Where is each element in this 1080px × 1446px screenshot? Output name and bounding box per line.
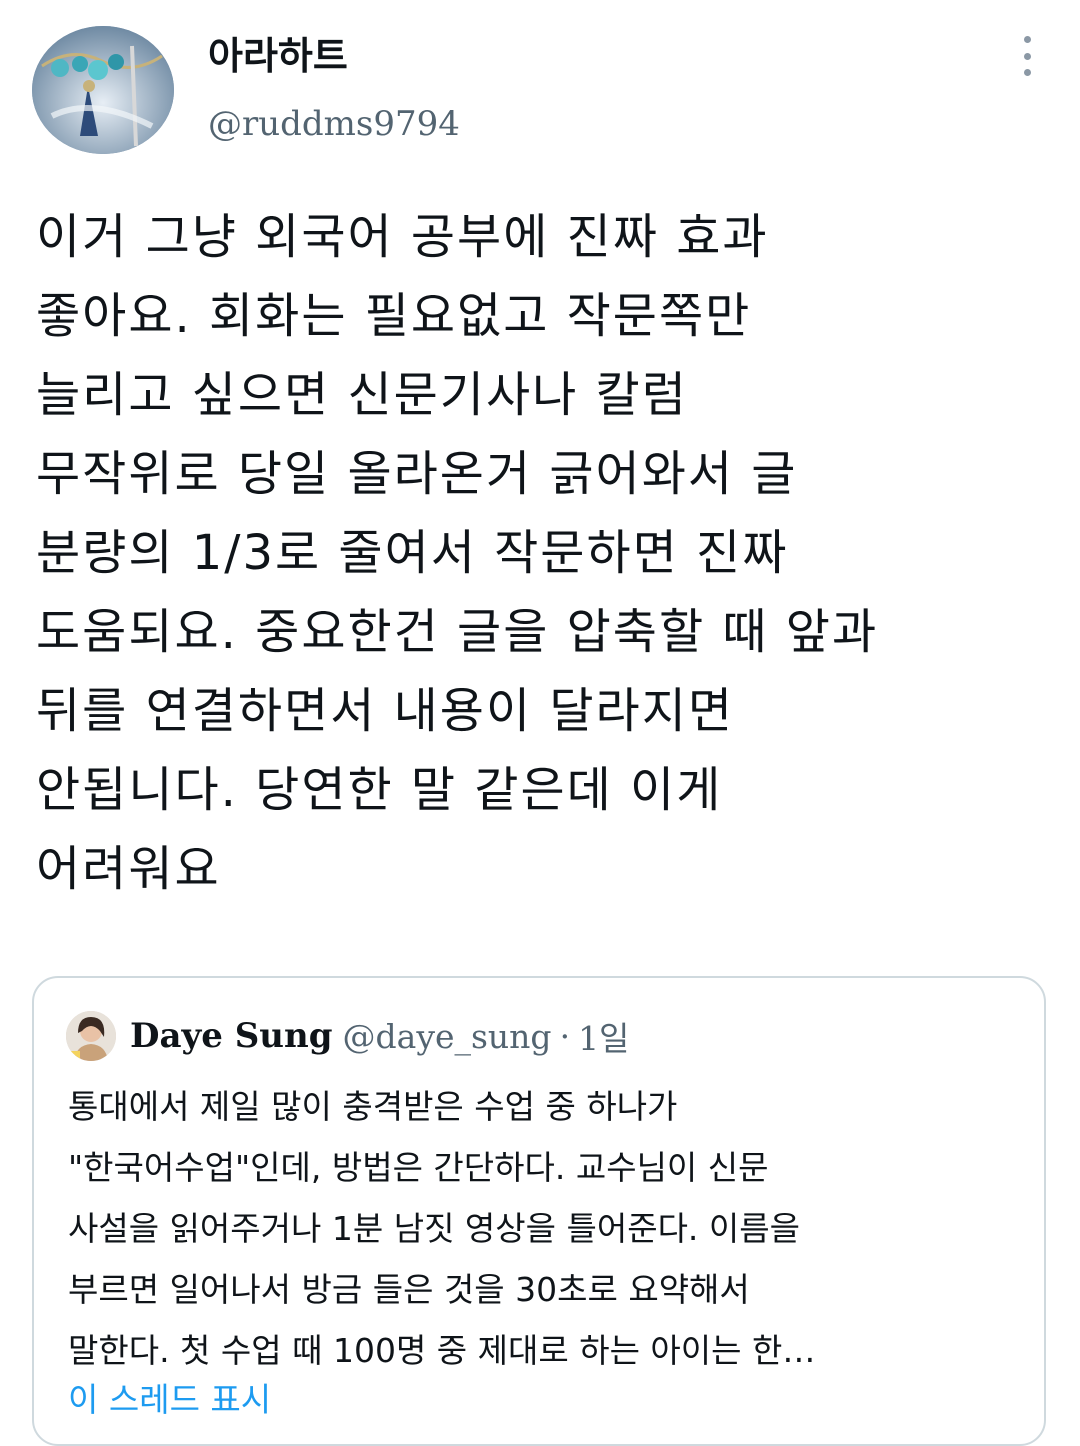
quoted-timestamp[interactable]: 1일 xyxy=(578,1012,629,1060)
more-dot xyxy=(1023,36,1031,43)
quoted-avatar-image xyxy=(66,1011,116,1061)
quoted-line: 사설을 읽어주거나 1분 남짓 영상을 틀어준다. 이름을 xyxy=(68,1209,800,1248)
more-vertical-icon[interactable] xyxy=(1012,36,1042,76)
quoted-tweet-text: 통대에서 제일 많이 충격받은 수업 중 하나가 "한국어수업"인데, 방법은 … xyxy=(68,1076,1028,1381)
tweet-line: 도움되요. 중요한건 글을 압축할 때 앞과 xyxy=(36,604,879,660)
quoted-line: 부르면 일어나서 방금 들은 것을 30초로 요약해서 xyxy=(68,1270,750,1309)
more-dot xyxy=(1023,52,1031,60)
quoted-tweet-header: Daye Sung @daye_sung · 1일 xyxy=(66,1006,629,1066)
tweet-line: 이거 그냥 외국어 공부에 진짜 효과 xyxy=(36,209,769,265)
quoted-handle[interactable]: @daye_sung xyxy=(343,1017,552,1056)
tweet-line: 좋아요. 회화는 필요없고 작문쪽만 xyxy=(36,288,752,344)
user-info: 아라하트 @ruddms9794 xyxy=(208,34,460,144)
quoted-line: 말한다. 첫 수업 때 100명 중 제대로 하는 아이는 한… xyxy=(68,1331,816,1370)
quoted-display-name[interactable]: Daye Sung xyxy=(130,1016,333,1056)
quoted-line: 통대에서 제일 많이 충격받은 수업 중 하나가 xyxy=(68,1087,678,1126)
tweet-line: 어려워요 xyxy=(36,841,221,897)
tweet-line: 안됩니다. 당연한 말 같은데 이게 xyxy=(36,762,723,818)
tweet-line: 뒤를 연결하면서 내용이 달라지면 xyxy=(36,683,735,739)
quoted-line: "한국어수업"인데, 방법은 간단하다. 교수님이 신문 xyxy=(68,1148,769,1187)
separator-dot: · xyxy=(559,1016,571,1056)
tweet-line: 늘리고 싶으면 신문기사나 칼럼 xyxy=(36,367,688,423)
user-handle[interactable]: @ruddms9794 xyxy=(208,104,460,144)
tweet-line: 무작위로 당일 올라온거 긁어와서 글 xyxy=(36,446,798,502)
display-name[interactable]: 아라하트 xyxy=(208,34,460,78)
tweet-text: 이거 그냥 외국어 공부에 진짜 효과 좋아요. 회화는 필요없고 작문쪽만 늘… xyxy=(36,198,1046,909)
tweet-line: 분량의 1/3로 줄여서 작문하면 진짜 xyxy=(36,525,789,581)
show-thread-link[interactable]: 이 스레드 표시 xyxy=(68,1378,271,1422)
quoted-avatar xyxy=(66,1011,116,1061)
avatar-image xyxy=(32,26,174,154)
more-dot xyxy=(1023,69,1031,76)
tweet-header: 아라하트 @ruddms9794 xyxy=(32,26,1052,160)
avatar[interactable] xyxy=(32,26,174,154)
quoted-tweet-card[interactable]: Daye Sung @daye_sung · 1일 통대에서 제일 많이 충격받… xyxy=(32,976,1046,1446)
